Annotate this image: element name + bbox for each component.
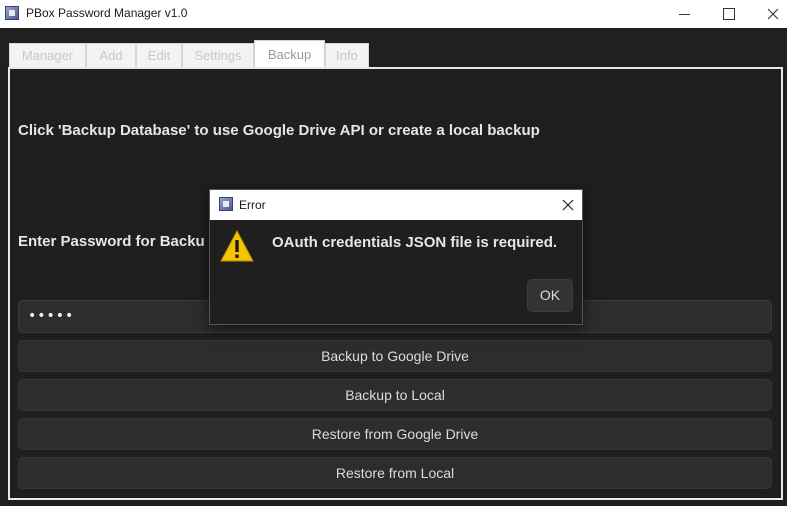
- app-window: PBox Password Manager v1.0 Manager Add E…: [0, 0, 787, 506]
- restore-from-google-drive-button[interactable]: Restore from Google Drive: [18, 418, 772, 450]
- tab-manager[interactable]: Manager: [9, 43, 86, 67]
- window-border-left: [0, 67, 8, 506]
- window-title: PBox Password Manager v1.0: [26, 6, 188, 20]
- backup-instructions: Click 'Backup Database' to use Google Dr…: [18, 122, 540, 139]
- maximize-button[interactable]: [707, 0, 753, 28]
- close-icon: [562, 199, 574, 211]
- backup-to-google-drive-button[interactable]: Backup to Google Drive: [18, 340, 772, 372]
- tab-strip: Manager Add Edit Settings Backup Info: [0, 28, 787, 68]
- backup-to-local-button[interactable]: Backup to Local: [18, 379, 772, 411]
- app-logo-icon: [5, 6, 19, 20]
- password-label: Enter Password for Backu: [18, 233, 205, 250]
- dialog-title: Error: [239, 198, 266, 212]
- ok-button[interactable]: OK: [527, 279, 573, 312]
- tab-add[interactable]: Add: [86, 43, 136, 67]
- dialog-title-bar: Error: [210, 190, 582, 220]
- close-icon: [767, 8, 779, 20]
- window-border-bottom: [0, 500, 787, 506]
- dialog-message: OAuth credentials JSON file is required.: [272, 234, 558, 251]
- tab-info[interactable]: Info: [325, 43, 369, 67]
- tab-settings[interactable]: Settings: [182, 43, 254, 67]
- close-window-button[interactable]: [753, 0, 787, 28]
- error-dialog: Error OAuth credentials JSON file is req…: [209, 189, 583, 325]
- title-bar: PBox Password Manager v1.0: [0, 0, 787, 28]
- app-logo-icon: [219, 197, 233, 211]
- minimize-button[interactable]: [661, 0, 707, 28]
- tab-edit[interactable]: Edit: [136, 43, 182, 67]
- window-border-right: [783, 67, 787, 506]
- tab-backup[interactable]: Backup: [254, 40, 325, 68]
- warning-icon: [220, 230, 254, 262]
- dialog-close-button[interactable]: [556, 190, 582, 220]
- restore-from-local-button[interactable]: Restore from Local: [18, 457, 772, 489]
